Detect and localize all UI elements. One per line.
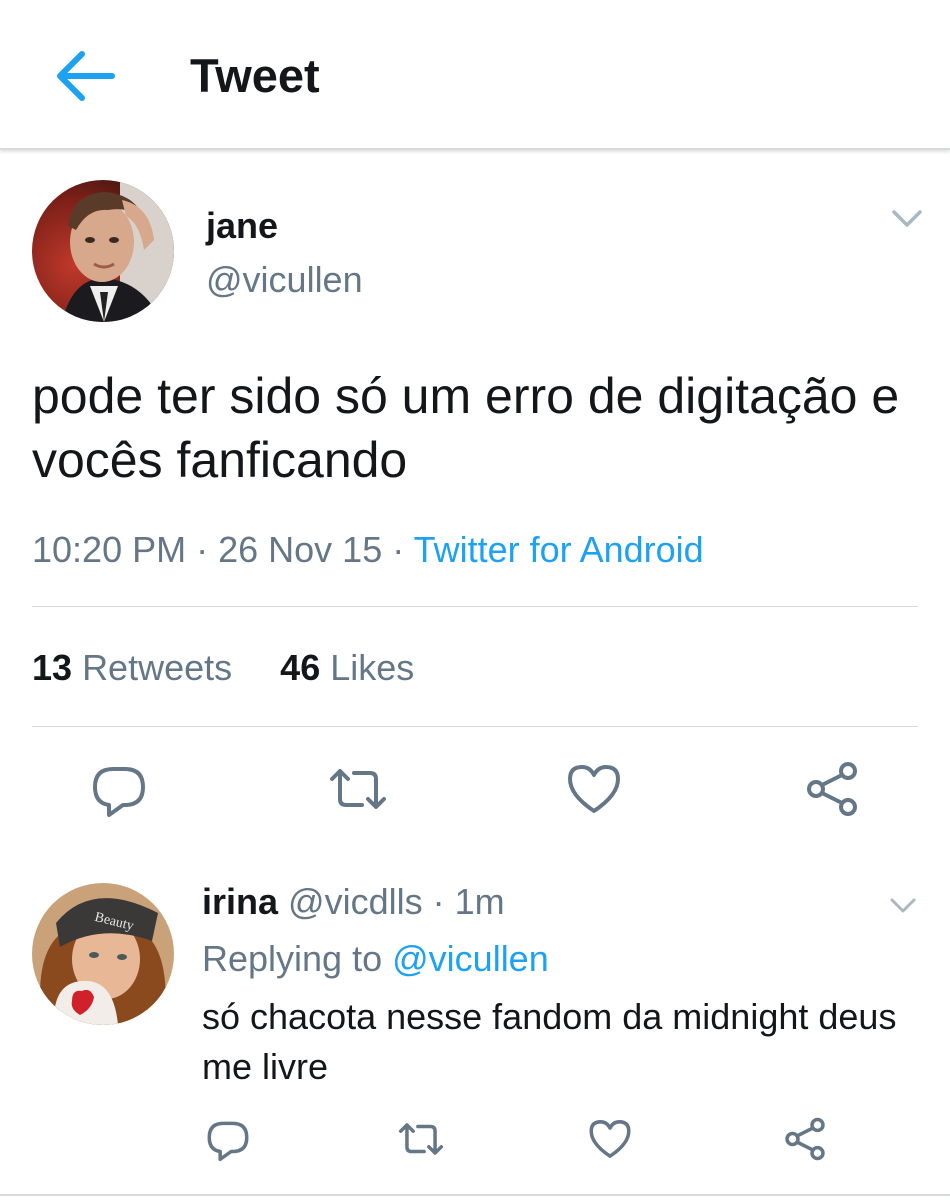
page-title: Tweet bbox=[190, 49, 320, 102]
likes-label: Likes bbox=[330, 647, 415, 688]
chevron-down-icon bbox=[892, 210, 922, 227]
tweet-meta: 10:20 PM · 26 Nov 15 · Twitter for Andro… bbox=[32, 526, 704, 574]
retweet-icon bbox=[330, 769, 386, 809]
replying-to: Replying to @vicullen bbox=[202, 936, 549, 982]
reply-retweet-button[interactable] bbox=[396, 1114, 446, 1164]
author-name[interactable]: jane bbox=[206, 204, 278, 248]
like-button[interactable] bbox=[562, 757, 626, 821]
likes-stat[interactable]: 46 Likes bbox=[280, 647, 414, 688]
app-header bbox=[0, 0, 950, 150]
replying-prefix: Replying to bbox=[202, 938, 383, 979]
tweet-time: 10:20 PM bbox=[32, 529, 187, 570]
chevron-down-icon bbox=[890, 898, 916, 913]
retweet-icon bbox=[398, 1123, 444, 1155]
reply-share-button[interactable] bbox=[780, 1114, 830, 1164]
tweet-date: 26 Nov 15 bbox=[218, 529, 383, 570]
tweet-stats: 13 Retweets 46 Likes bbox=[32, 646, 414, 690]
retweets-count: 13 bbox=[32, 647, 73, 688]
reply-avatar[interactable]: Beauty bbox=[32, 883, 174, 1025]
heart-icon bbox=[589, 1120, 631, 1158]
reply-options-button[interactable] bbox=[888, 893, 918, 919]
reply-time: 1m bbox=[454, 881, 505, 922]
reply-header: irina @vicdlls · 1m bbox=[202, 880, 505, 924]
likes-count: 46 bbox=[280, 647, 321, 688]
arrow-left-icon bbox=[57, 51, 115, 101]
share-icon bbox=[785, 1117, 825, 1161]
meta-separator: · bbox=[432, 881, 445, 922]
tweet-text: pode ter sido só um erro de digitação e … bbox=[32, 368, 900, 488]
meta-separator: · bbox=[196, 529, 219, 570]
reply-author-name[interactable]: irina bbox=[202, 881, 278, 922]
retweets-label: Retweets bbox=[82, 647, 233, 688]
reply-button[interactable] bbox=[87, 757, 151, 821]
avatar[interactable] bbox=[32, 180, 174, 322]
author-handle[interactable]: @vicullen bbox=[206, 258, 363, 302]
divider bbox=[32, 606, 918, 607]
tweet-source-link[interactable]: Twitter for Android bbox=[414, 529, 704, 570]
share-button[interactable] bbox=[800, 757, 864, 821]
avatar-photo: Beauty bbox=[32, 883, 174, 1025]
reply-like-button[interactable] bbox=[585, 1114, 635, 1164]
reply-text: só chacota nesse fandom da midnight deus… bbox=[202, 996, 897, 1087]
heart-icon bbox=[568, 765, 620, 813]
tweet-options-button[interactable] bbox=[890, 204, 924, 234]
reply-author-handle[interactable]: @vicdlls bbox=[288, 881, 423, 922]
replying-mention[interactable]: @vicullen bbox=[392, 938, 549, 979]
retweet-button[interactable] bbox=[326, 757, 390, 821]
divider bbox=[32, 726, 918, 727]
reply-icon bbox=[93, 767, 145, 817]
retweets-stat[interactable]: 13 Retweets bbox=[32, 647, 232, 688]
reply-reply-button[interactable] bbox=[203, 1114, 253, 1164]
divider bbox=[0, 1194, 950, 1196]
back-button[interactable] bbox=[52, 48, 116, 104]
avatar-photo bbox=[32, 180, 174, 322]
meta-separator: · bbox=[392, 529, 414, 570]
reply-icon bbox=[207, 1121, 249, 1162]
share-icon bbox=[807, 762, 857, 816]
